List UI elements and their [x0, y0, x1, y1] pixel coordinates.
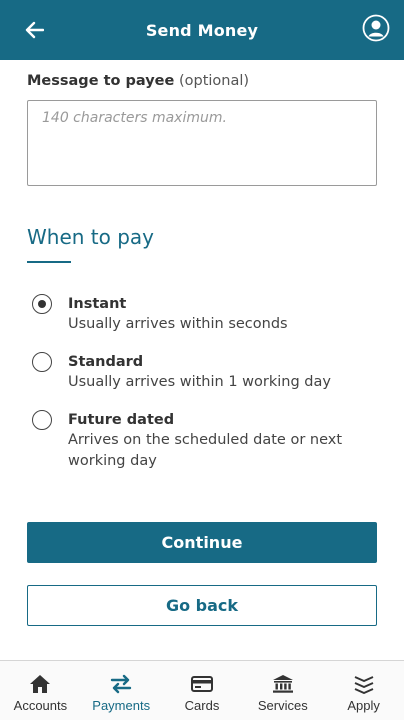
tab-cards[interactable]: Cards: [162, 661, 243, 720]
bottom-tab-bar: Accounts Payments Cards Services Apply: [0, 660, 404, 720]
go-back-button[interactable]: Go back: [27, 585, 377, 626]
tab-accounts[interactable]: Accounts: [0, 661, 81, 720]
arrow-left-icon: [25, 21, 44, 39]
radio-description: Usually arrives within seconds: [68, 316, 288, 332]
section-title-when-to-pay: When to pay: [27, 225, 155, 249]
tab-label: Payments: [92, 698, 151, 713]
message-label-text: Message to payee: [27, 73, 175, 89]
radio-button-future-dated[interactable]: [32, 410, 52, 430]
tab-payments[interactable]: Payments: [81, 661, 162, 720]
layers-icon: [352, 673, 376, 695]
tab-label: Apply: [347, 698, 380, 713]
message-input[interactable]: [27, 100, 377, 186]
profile-button[interactable]: [362, 14, 390, 42]
radio-option-future-dated[interactable]: Future dated Arrives on the scheduled da…: [27, 410, 377, 472]
page-title: Send Money: [145, 20, 259, 40]
user-avatar-icon: [362, 14, 390, 42]
message-label: Message to payee (optional): [27, 73, 249, 89]
radio-title: Future dated: [68, 412, 175, 428]
radio-option-standard[interactable]: Standard Usually arrives within 1 workin…: [27, 352, 377, 393]
radio-button-instant[interactable]: [32, 294, 52, 314]
radio-description: Usually arrives within 1 working day: [68, 374, 331, 390]
radio-title: Instant: [68, 296, 127, 312]
radio-button-standard[interactable]: [32, 352, 52, 372]
home-icon: [28, 673, 52, 695]
radio-description: Arrives on the scheduled date or next wo…: [68, 432, 343, 469]
radio-title: Standard: [68, 354, 144, 370]
tab-label: Services: [257, 698, 308, 713]
tab-services[interactable]: Services: [242, 661, 323, 720]
transfer-arrows-icon: [109, 673, 133, 695]
bank-icon: [271, 673, 295, 695]
tab-label: Accounts: [13, 698, 68, 713]
optional-hint: (optional): [178, 73, 250, 89]
continue-button[interactable]: Continue: [27, 522, 377, 563]
section-underline: [27, 261, 71, 263]
app-header: Send Money: [0, 0, 404, 60]
back-button[interactable]: [20, 16, 48, 44]
tab-label: Cards: [184, 698, 220, 713]
radio-option-instant[interactable]: Instant Usually arrives within seconds: [27, 294, 377, 335]
card-icon: [190, 673, 214, 695]
tab-apply[interactable]: Apply: [323, 661, 404, 720]
